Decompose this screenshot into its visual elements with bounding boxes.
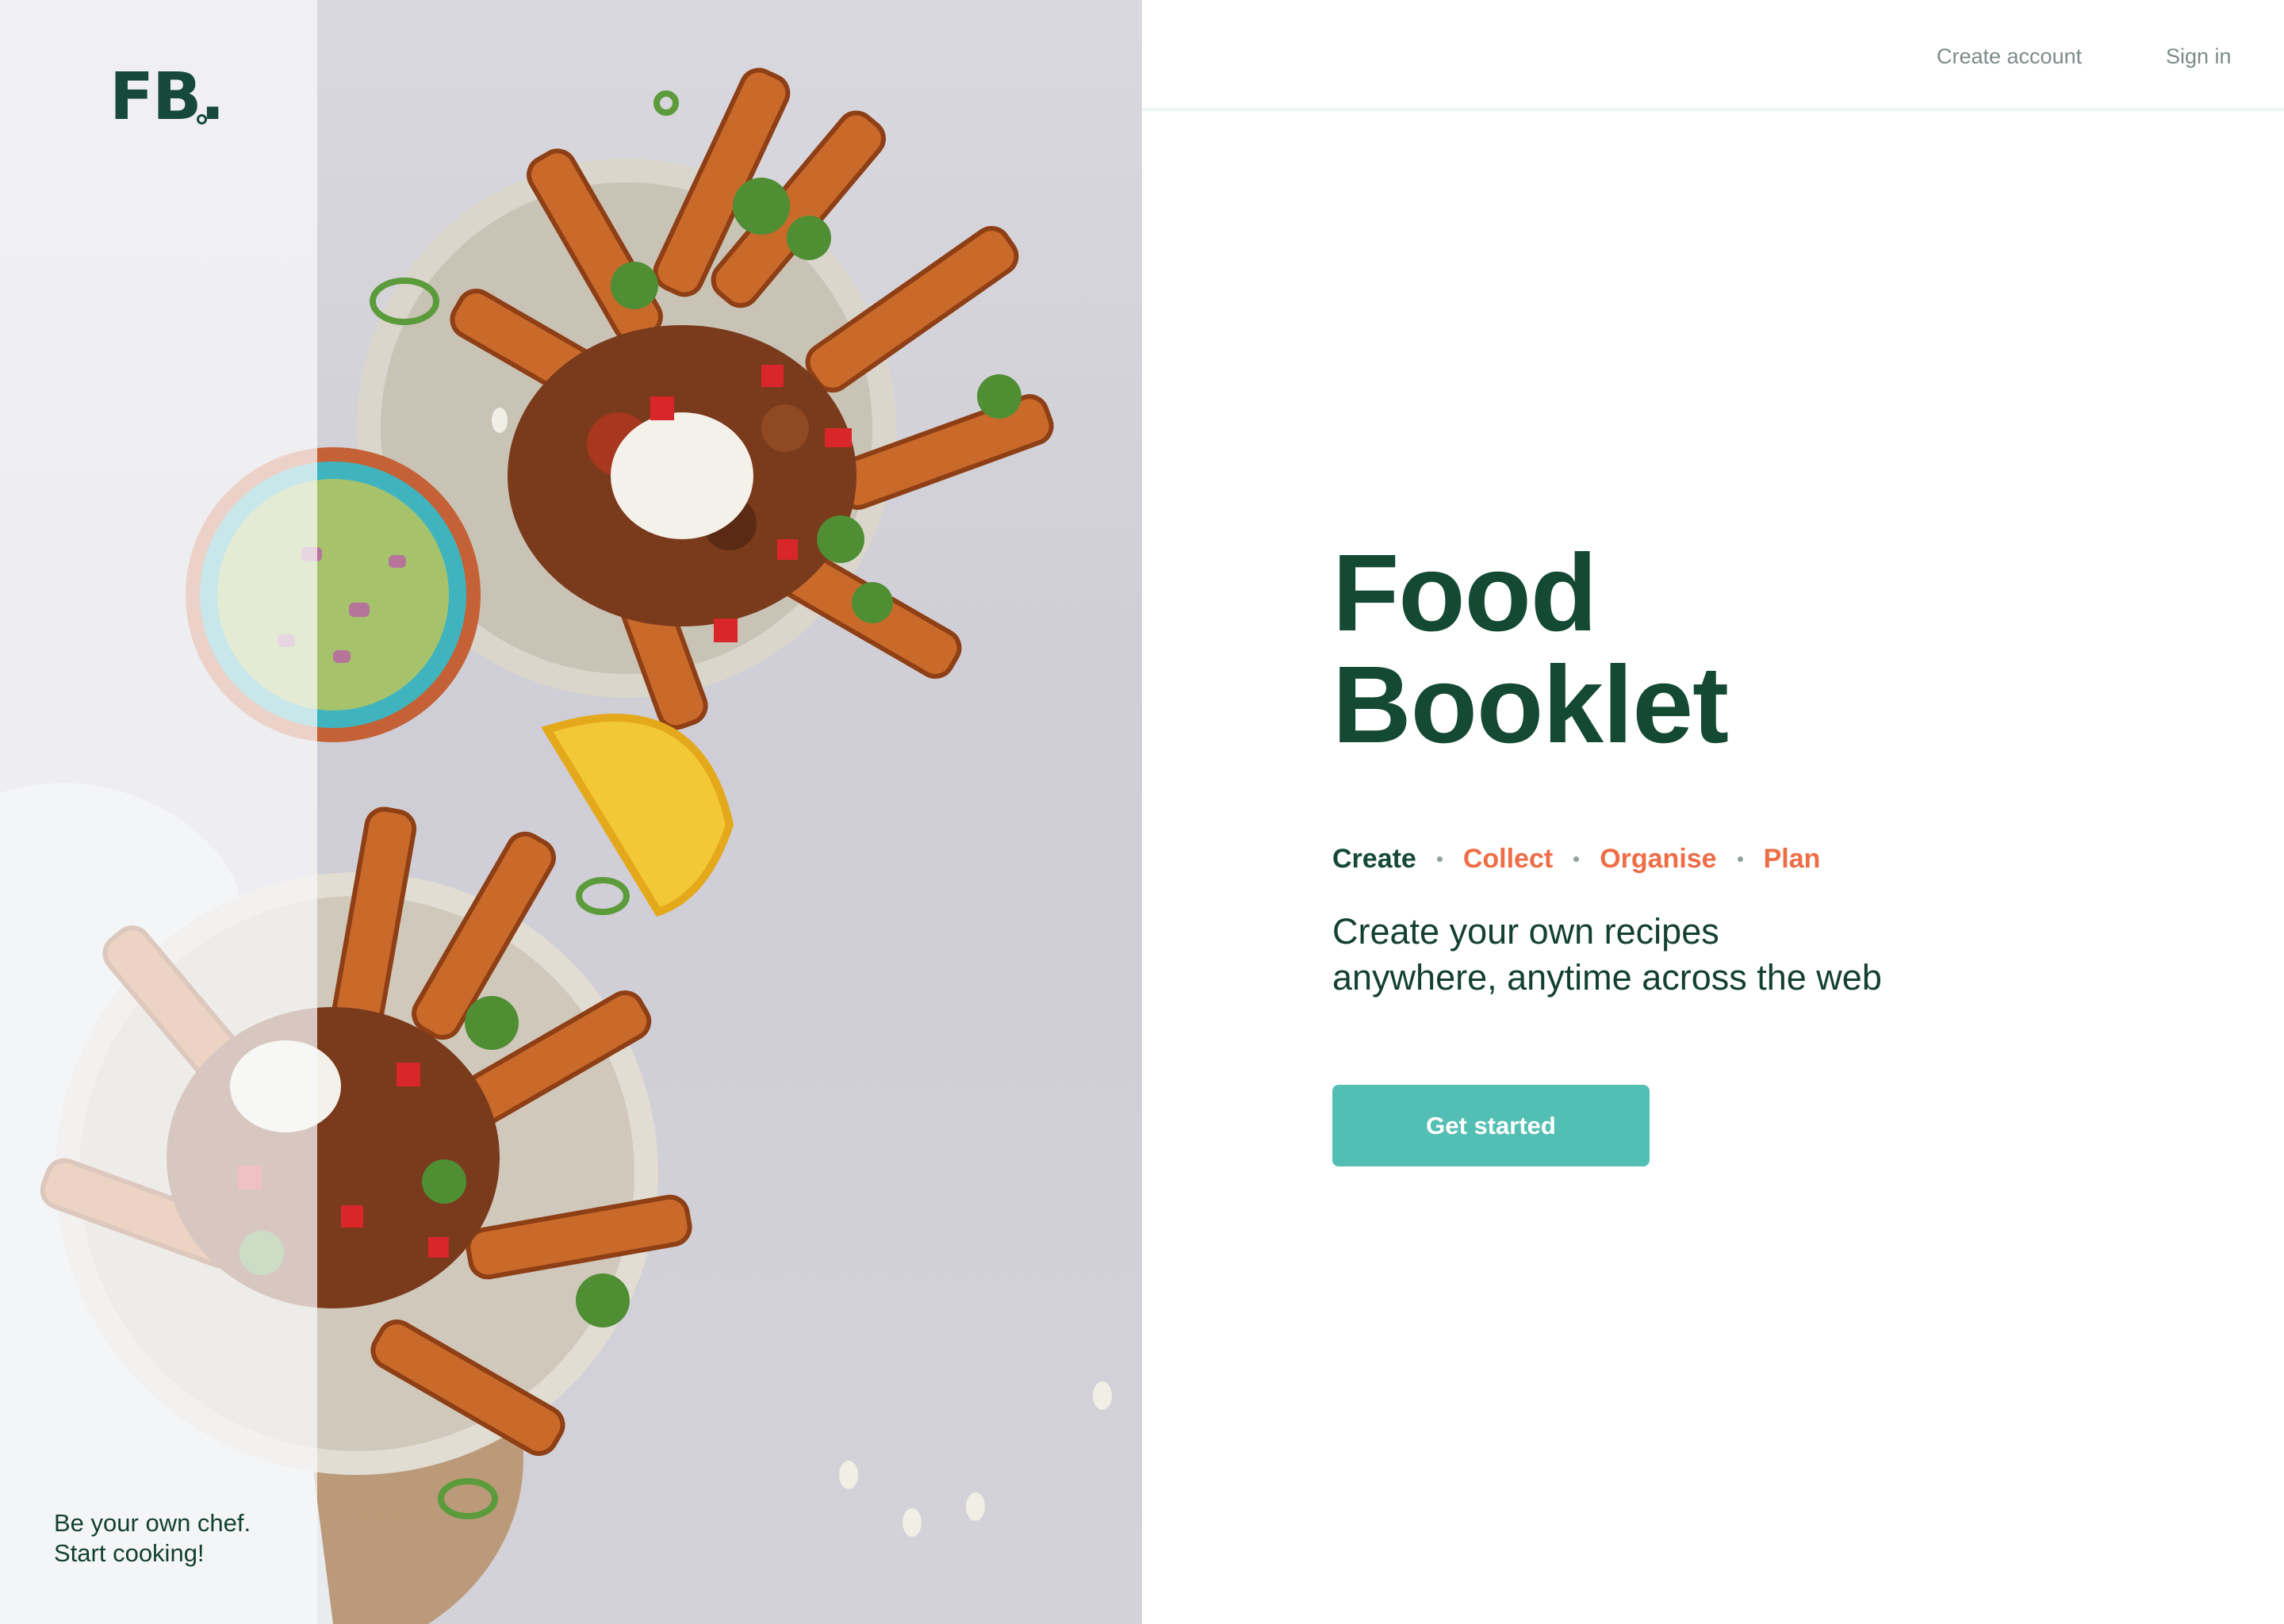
pillar-create: Create [1332,843,1416,874]
pillar-organise: Organise [1600,843,1717,874]
tagline-line-1: Be your own chef. [54,1509,251,1537]
subtitle-line-1: Create your own recipes [1332,911,1719,952]
title-line-1: Food [1332,532,1597,654]
landing-page: FB. Be your own chef. Start cooking! Cre… [0,0,2284,1624]
brand-tagline: Be your own chef. Start cooking! [54,1508,308,1568]
sign-in-link[interactable]: Sign in [2166,44,2232,69]
pillar-collect: Collect [1462,843,1554,874]
frosted-overlay [0,0,317,1624]
logo-mark-icon [197,114,207,124]
subtitle-line-2: anywhere, anytime across the web [1332,957,1882,998]
separator-dot-icon [1436,856,1443,862]
separator-dot-icon [1737,856,1743,862]
pillar-plan: Plan [1763,843,1821,874]
get-started-button[interactable]: Get started [1332,1085,1650,1166]
hero-food-photo: FB. Be your own chef. Start cooking! [0,0,1142,1624]
separator-dot-icon [1573,856,1580,862]
page-title: Food Booklet [1332,532,1729,766]
hero-subtitle: Create your own recipes anywhere, anytim… [1332,909,1882,1001]
create-account-link[interactable]: Create account [1937,44,2082,69]
tagline-line-2: Start cooking! [54,1539,205,1567]
top-navigation: Create account Sign in [1142,0,2284,111]
title-line-2: Booklet [1332,644,1729,766]
feature-pillars: Create Collect Organise Plan [1332,842,1820,875]
